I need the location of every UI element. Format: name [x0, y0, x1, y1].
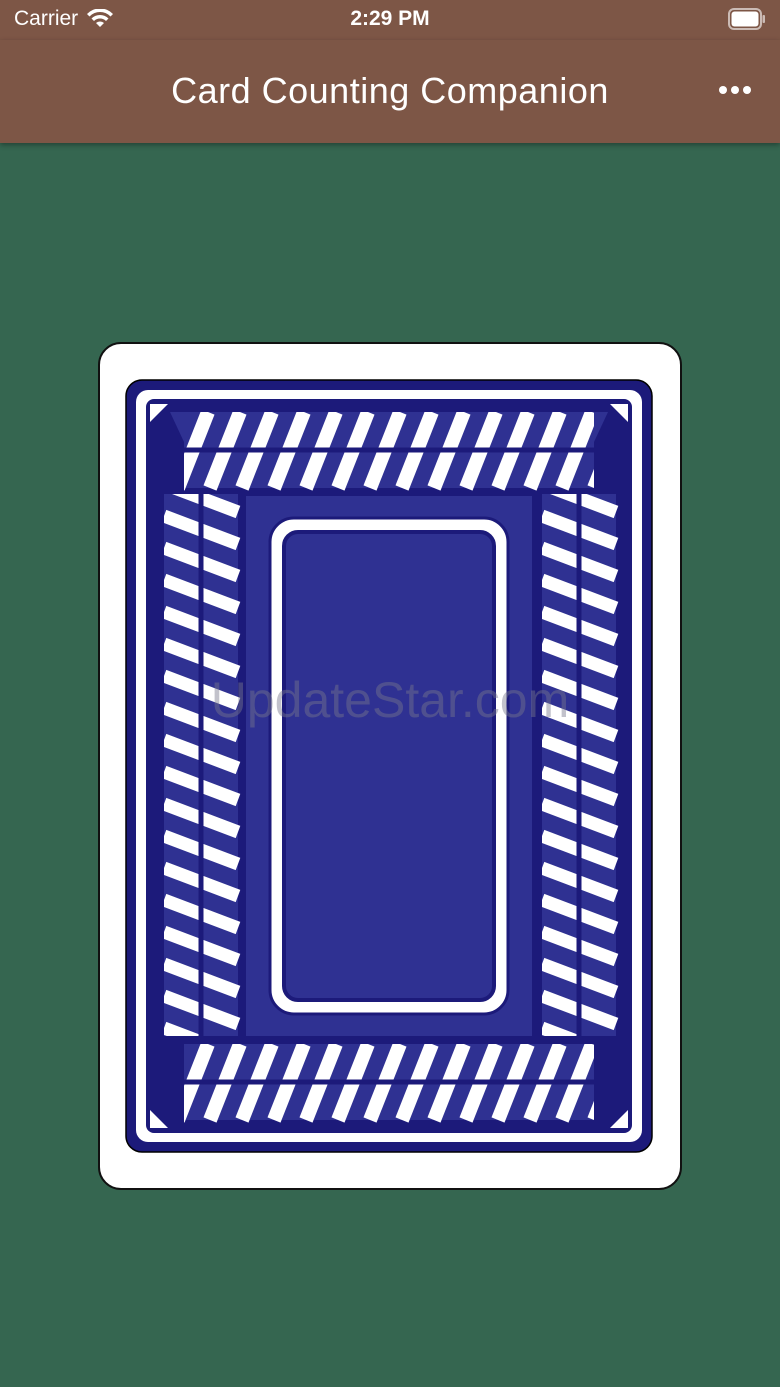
playing-card-back[interactable]: [98, 342, 682, 1190]
battery-icon: [728, 8, 765, 30]
status-time: 2:29 PM: [350, 7, 430, 30]
status-bar: Carrier 2:29 PM: [0, 0, 780, 40]
card-table: UpdateStar.com: [0, 143, 780, 1387]
page-title: Card Counting Companion: [171, 70, 609, 111]
navigation-bar: Card Counting Companion: [0, 40, 780, 143]
more-horizontal-icon[interactable]: [718, 78, 752, 102]
